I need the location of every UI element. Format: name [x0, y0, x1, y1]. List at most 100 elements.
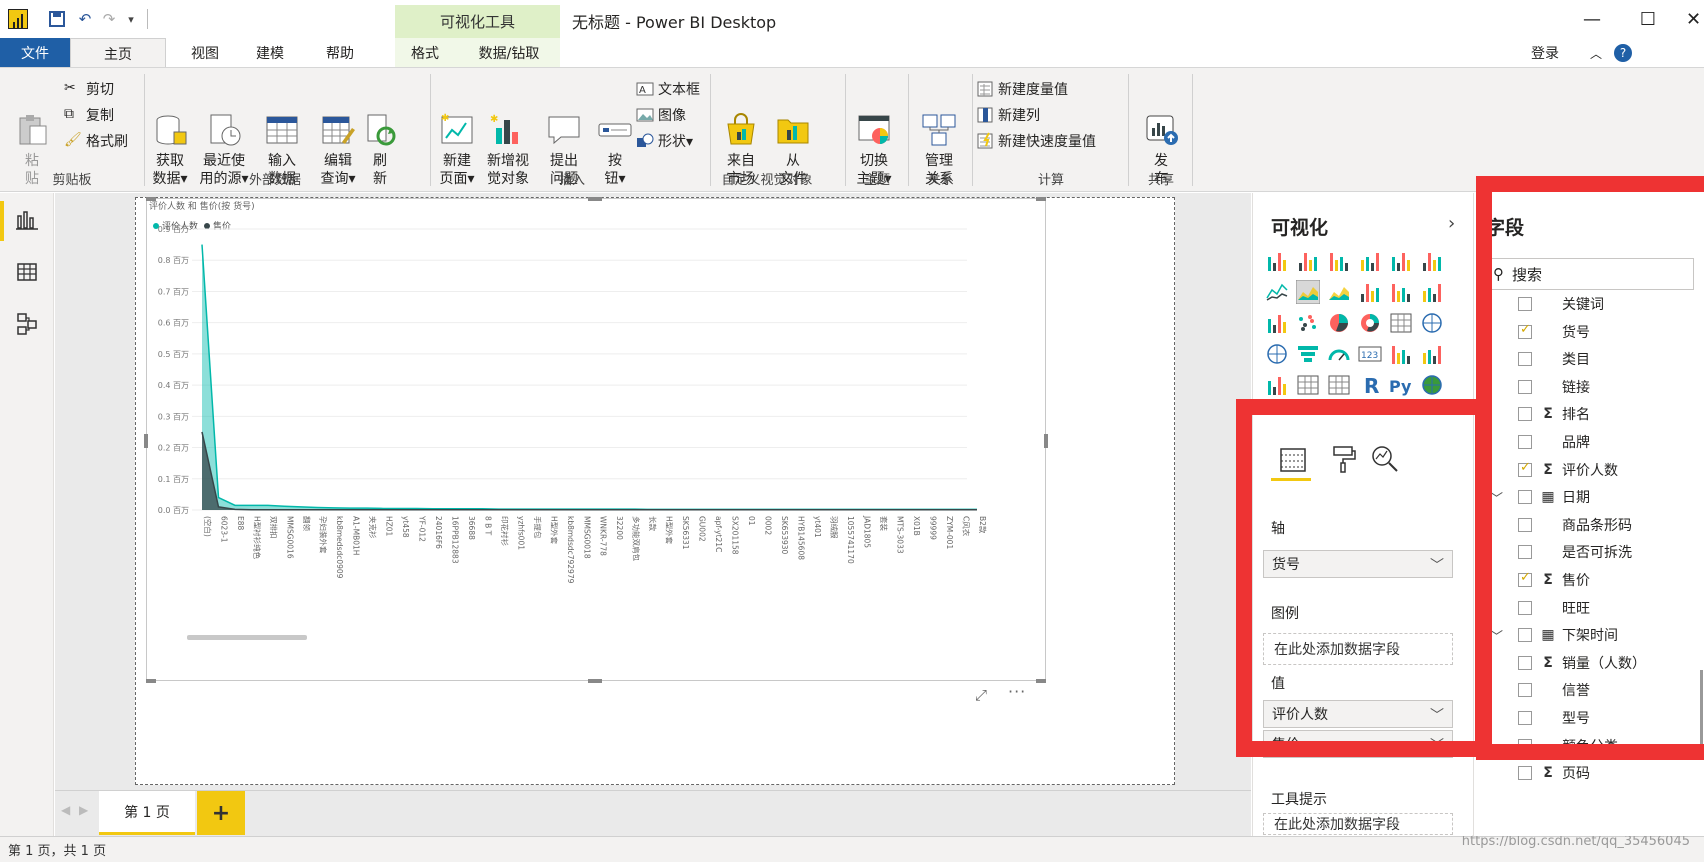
funnel-visual-icon[interactable] [1296, 342, 1320, 366]
clustered-column-visual-icon[interactable] [1358, 249, 1382, 273]
field-checkbox[interactable] [1518, 628, 1532, 643]
line-column-visual-icon[interactable] [1358, 280, 1382, 304]
tab-modeling[interactable]: 建模 [245, 38, 295, 68]
fields-search-input[interactable]: ⚲ 搜索 [1484, 258, 1694, 290]
collapse-ribbon-icon[interactable]: ︿ [1584, 38, 1608, 68]
chevron-down-icon[interactable]: ﹀ [1490, 488, 1503, 507]
from-marketplace-button[interactable]: 来自 市场 [716, 74, 766, 187]
image-button[interactable]: 图像 [636, 104, 686, 126]
field-row[interactable]: ﹀ ▦ 下架时间 [1474, 621, 1704, 649]
focus-mode-icon[interactable]: ⤢ [975, 686, 987, 704]
field-row[interactable]: Σ 售价 [1474, 566, 1704, 594]
fields-scrollbar[interactable] [1700, 670, 1703, 760]
from-file-button[interactable]: 从 文件 [768, 74, 818, 187]
customize-toolbar-icon[interactable]: ▾ [120, 8, 142, 30]
chevron-right-icon[interactable]: › [1448, 213, 1455, 234]
new-column-button[interactable]: 新建列 [976, 104, 1040, 126]
field-checkbox[interactable] [1518, 407, 1532, 422]
field-checkbox[interactable] [1518, 711, 1532, 725]
gauge-visual-icon[interactable] [1327, 342, 1351, 366]
field-checkbox[interactable] [1518, 322, 1532, 339]
maximize-button[interactable]: ☐ [1628, 6, 1668, 32]
buttons-button[interactable]: 按 钮▾ [592, 74, 638, 187]
minimize-button[interactable]: — [1572, 6, 1612, 32]
tab-home[interactable]: 主页 [70, 38, 166, 69]
legend-drop-zone[interactable]: 在此处添加数据字段 [1263, 633, 1453, 665]
field-row[interactable]: Σ 排名 [1474, 400, 1704, 428]
format-painter-button[interactable]: 🖌 格式刷 [64, 130, 128, 152]
new-visual-button[interactable]: ✱ 新增视 觉对象 [480, 74, 536, 187]
pie-visual-icon[interactable] [1327, 311, 1351, 335]
field-checkbox[interactable] [1518, 517, 1532, 532]
stacked-column-visual-icon[interactable] [1296, 249, 1320, 273]
copy-button[interactable]: ⧉ 复制 [64, 104, 114, 126]
page-tab-1[interactable]: 第 1 页 [99, 791, 195, 835]
ask-question-button[interactable]: 提出 问题 [536, 74, 592, 187]
recent-sources-button[interactable]: 最近使 用的源▾ [195, 74, 253, 187]
field-checkbox[interactable] [1518, 570, 1532, 587]
scatter-visual-icon[interactable] [1296, 311, 1320, 335]
ribbon-visual-icon[interactable] [1420, 280, 1444, 304]
field-row[interactable]: 是否可拆洗 [1474, 538, 1704, 566]
save-icon[interactable] [46, 8, 68, 30]
chevron-down-icon[interactable]: ﹀ [1490, 626, 1503, 645]
field-row[interactable]: 颜色分类 [1474, 732, 1704, 760]
resize-handle-top-left[interactable] [146, 197, 156, 201]
map-visual-icon[interactable] [1420, 311, 1444, 335]
analytics-magnifier-icon[interactable] [1369, 443, 1401, 475]
field-row[interactable]: 旺旺 [1474, 594, 1704, 622]
field-checkbox[interactable] [1518, 738, 1532, 753]
field-checkbox[interactable] [1518, 435, 1532, 449]
manage-relationships-button[interactable]: 管理 关系 [914, 74, 964, 187]
multi-row-card-visual-icon[interactable] [1389, 342, 1413, 366]
field-checkbox[interactable] [1518, 545, 1532, 560]
switch-theme-button[interactable]: 切换 主题▾ [849, 74, 899, 187]
field-checkbox[interactable] [1518, 379, 1532, 394]
resize-handle-top-right[interactable] [1036, 197, 1046, 201]
field-checkbox[interactable] [1518, 655, 1532, 670]
field-row[interactable]: Σ 评价人数 [1474, 456, 1704, 484]
field-row[interactable]: Σ 销量（人数） [1474, 649, 1704, 677]
tooltip-drop-zone[interactable]: 在此处添加数据字段 [1263, 813, 1453, 835]
undo-icon[interactable]: ↶ [74, 8, 96, 30]
field-row[interactable]: ﹀ ▦ 日期 [1474, 483, 1704, 511]
field-row[interactable]: 货号 [1474, 318, 1704, 346]
get-data-button[interactable]: 获取 数据▾ [145, 74, 195, 187]
textbox-button[interactable]: A 文本框 [636, 78, 700, 100]
chevron-down-icon[interactable]: ﹀ [1430, 705, 1444, 725]
new-page-button[interactable]: ✱ 新建 页面▾ [432, 74, 482, 187]
new-measure-button[interactable]: 新建度量值 [976, 78, 1068, 100]
kpi-visual-icon[interactable] [1420, 342, 1444, 366]
model-view-icon[interactable] [10, 307, 44, 341]
slicer-visual-icon[interactable] [1265, 373, 1289, 397]
matrix-visual-icon[interactable] [1327, 373, 1351, 397]
data-view-icon[interactable] [10, 255, 44, 289]
tab-format[interactable]: 格式 [395, 38, 455, 68]
field-row[interactable]: 类目 [1474, 345, 1704, 373]
clustered-bar-visual-icon[interactable] [1327, 249, 1351, 273]
area-visual-icon[interactable] [1295, 279, 1321, 305]
paint-roller-icon[interactable] [1327, 443, 1359, 475]
tab-view[interactable]: 视图 [180, 38, 230, 68]
fields-well-icon[interactable] [1277, 443, 1309, 475]
field-row[interactable]: 链接 [1474, 373, 1704, 401]
field-row[interactable]: 型号 [1474, 704, 1704, 732]
more-visuals-icon[interactable]: ··· [1269, 403, 1290, 422]
field-checkbox[interactable] [1518, 683, 1532, 698]
paste-button[interactable]: 粘 贴 [10, 74, 54, 187]
tab-help[interactable]: 帮助 [310, 38, 370, 68]
field-row[interactable]: 关键词 [1474, 290, 1704, 318]
field-checkbox[interactable] [1518, 297, 1532, 311]
field-row[interactable]: 商品条形码 [1474, 511, 1704, 539]
resize-handle-top[interactable] [588, 197, 602, 201]
redo-icon[interactable]: ↷ [98, 8, 120, 30]
field-checkbox[interactable] [1518, 600, 1532, 615]
100-bar-visual-icon[interactable] [1389, 249, 1413, 273]
field-checkbox[interactable] [1518, 766, 1532, 781]
help-icon[interactable]: ? [1612, 38, 1634, 68]
value-field-pill-2[interactable]: 售价 ﹀ [1263, 730, 1453, 758]
waterfall-visual-icon[interactable] [1265, 311, 1289, 335]
scroll-right-icon[interactable]: ▶ [79, 803, 88, 817]
stacked-area-visual-icon[interactable] [1327, 280, 1351, 304]
line-visual-icon[interactable] [1265, 280, 1289, 304]
